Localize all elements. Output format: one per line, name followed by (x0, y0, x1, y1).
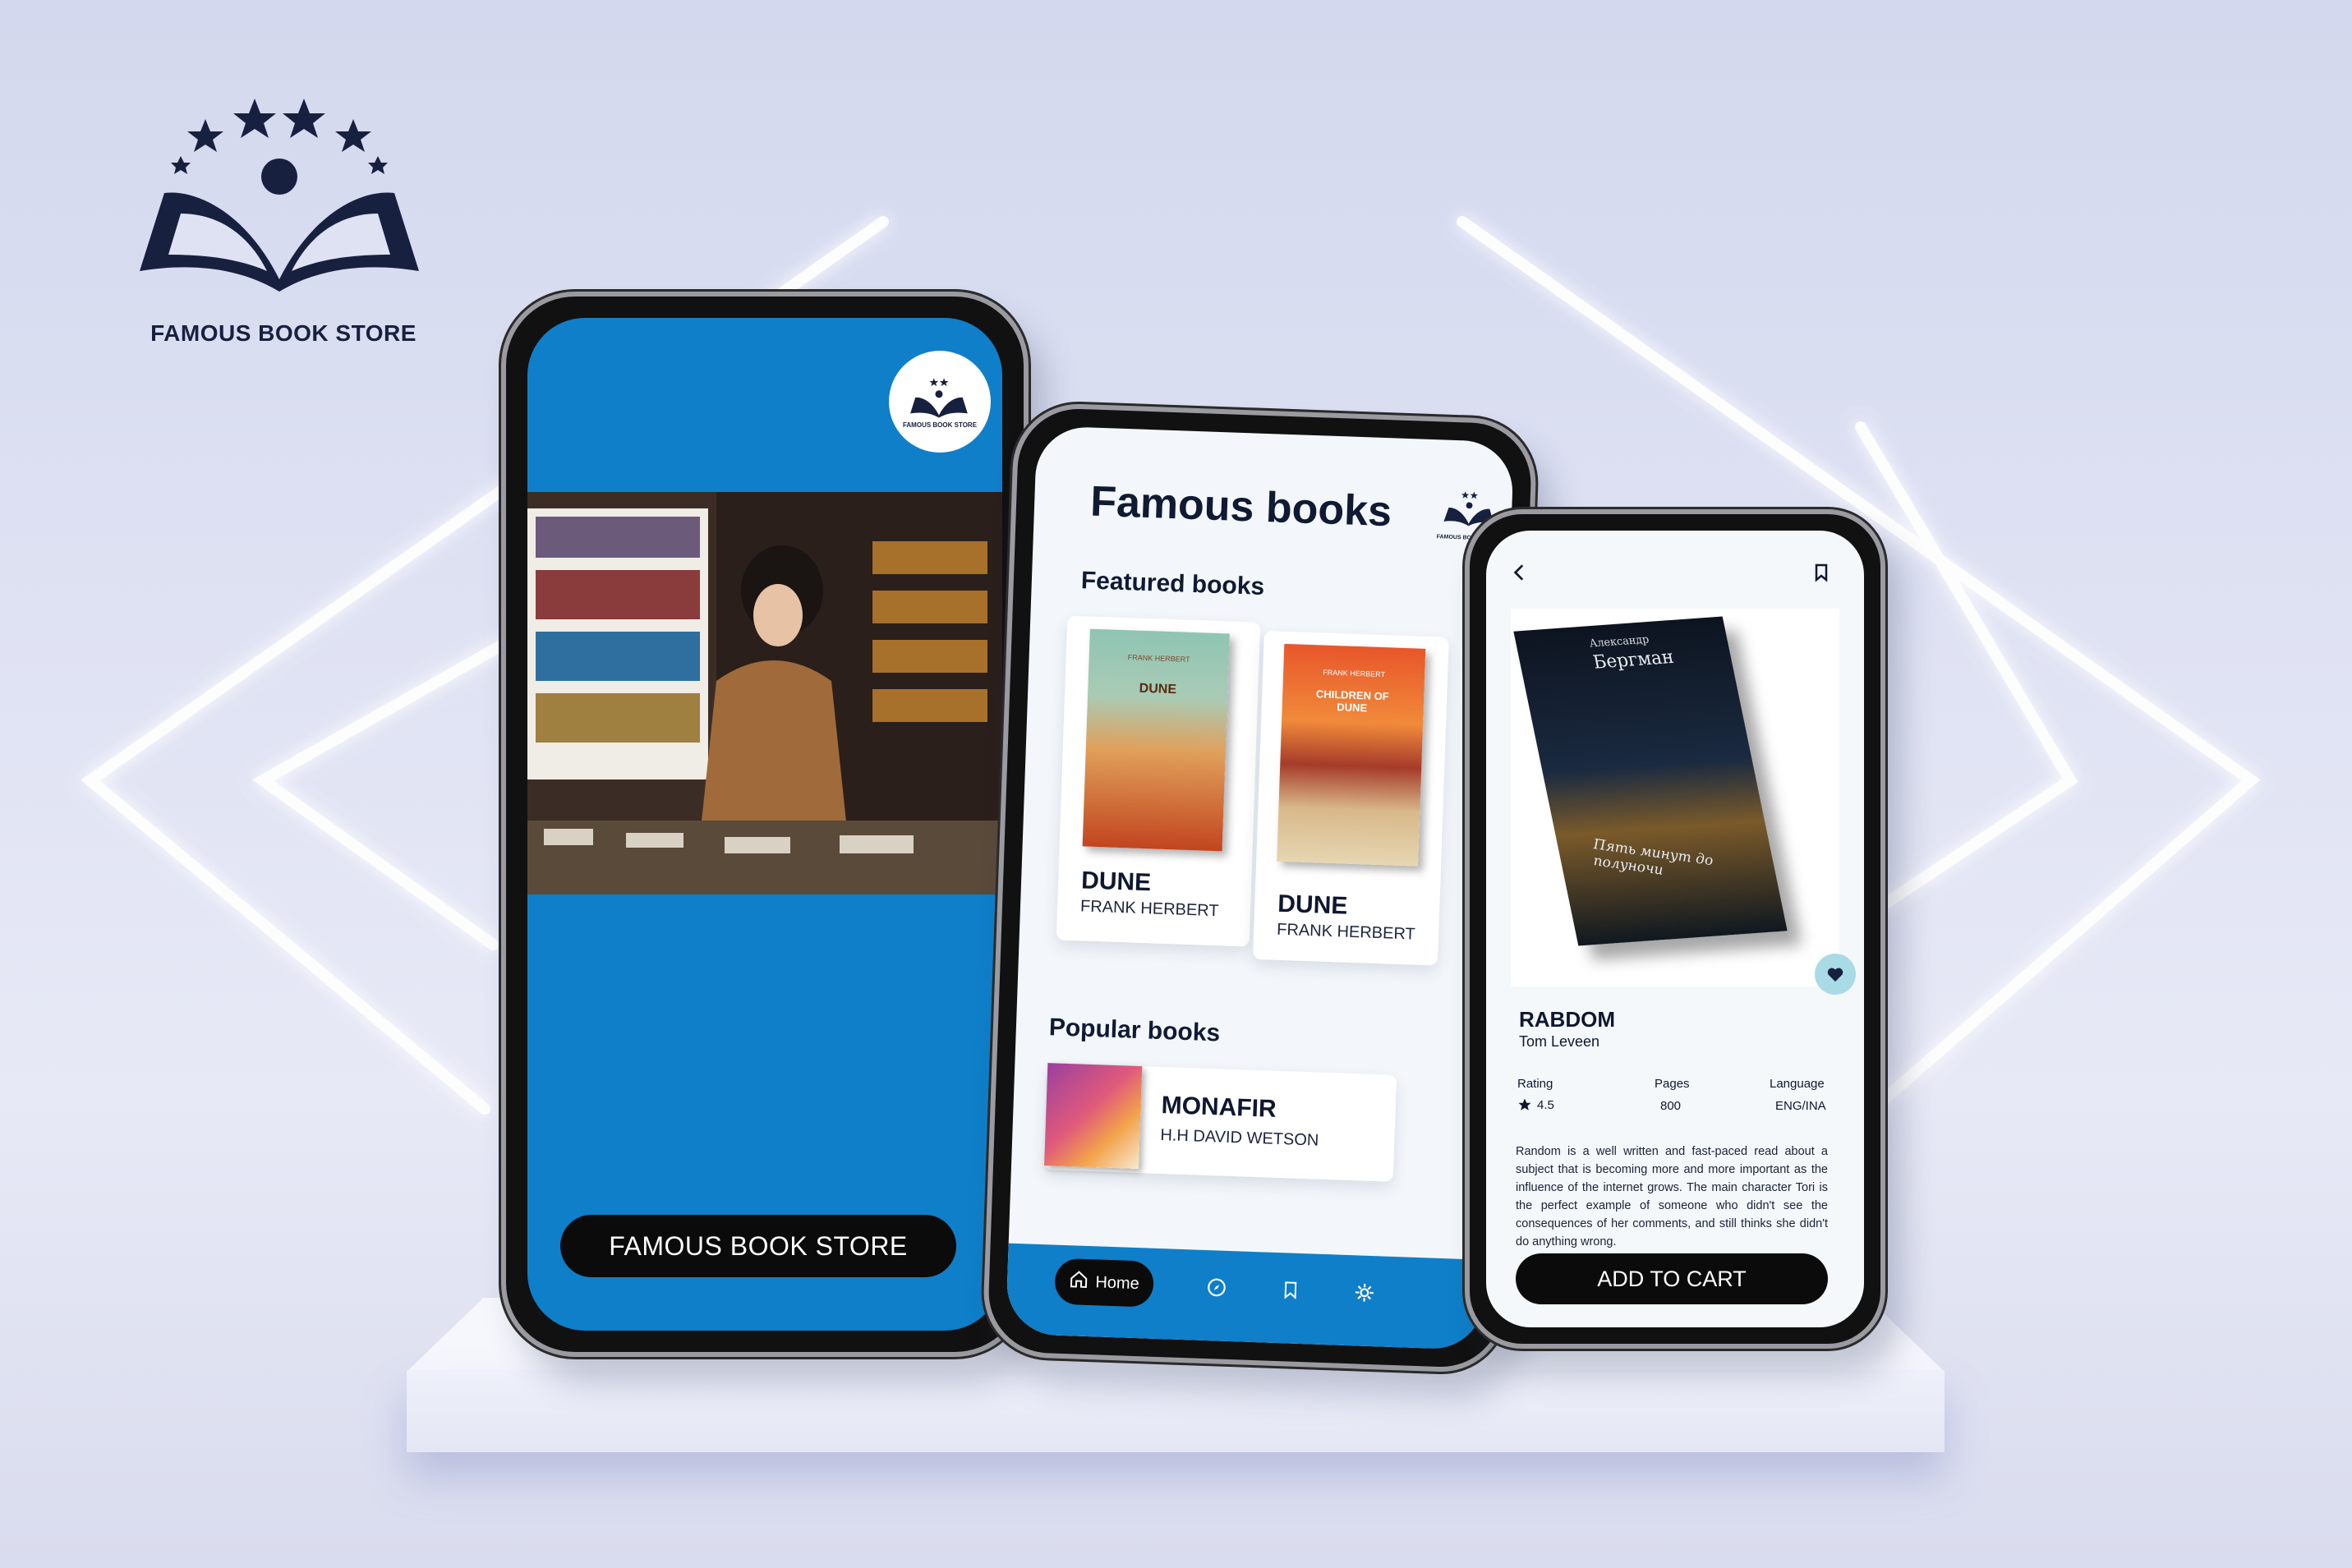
phone-home: Famous books FAMOUS BOOK STORE Featured … (981, 402, 1539, 1374)
compass-icon[interactable] (1202, 1273, 1231, 1302)
cover-title: CHILDREN OF DUNE (1315, 687, 1389, 715)
pages-label: Pages (1655, 1077, 1690, 1091)
book-title: DUNE (1277, 890, 1348, 920)
page-title: Famous books (1089, 477, 1393, 536)
phone-detail: Александр Бергман Пять минут до полуночи… (1465, 509, 1885, 1349)
book-description: Random is a well written and fast-paced … (1516, 1145, 1828, 1248)
heart-icon (1827, 968, 1843, 982)
book-author: FRANK HERBERT (1079, 897, 1219, 921)
cover-title: Бергман (1591, 646, 1676, 674)
book-author: FRANK HERBERT (1276, 920, 1416, 944)
popular-book-item[interactable]: MONAFIR H.H DAVID WETSON (1043, 1063, 1397, 1182)
cover-title: DUNE (1139, 681, 1177, 697)
favorite-button[interactable] (1815, 954, 1856, 995)
settings-icon[interactable] (1350, 1278, 1379, 1307)
detail-screen: Александр Бергман Пять минут до полуночи… (1486, 531, 1864, 1327)
rating-label: Rating (1517, 1077, 1553, 1091)
book-title: MONAFIR (1161, 1091, 1277, 1123)
splash-start-button[interactable]: FAMOUS BOOK STORE (560, 1215, 956, 1277)
podium-front (407, 1370, 1945, 1452)
featured-book-card[interactable]: FRANK HERBERT CHILDREN OF DUNE DUNE FRAN… (1252, 630, 1449, 966)
book-title: RABDOM (1519, 1007, 1615, 1032)
app-logo: FAMOUS BOOK STORE (889, 351, 991, 453)
brand-name: FAMOUS BOOK STORE (150, 320, 417, 346)
language-label: Language (1770, 1077, 1825, 1091)
open-book-stars-icon (910, 377, 968, 418)
back-icon[interactable] (1509, 562, 1530, 587)
home-icon (1069, 1269, 1089, 1294)
book-title: DUNE (1080, 867, 1152, 897)
book-author: Tom Leveen (1519, 1033, 1600, 1050)
rating-value-row: 4.5 (1517, 1097, 1554, 1112)
splash-screen: FAMOUS BOOK STORE FAMOUS BOOK STORE (527, 318, 1002, 1331)
pages-value: 800 (1660, 1099, 1682, 1113)
nav-home-label: Home (1095, 1272, 1140, 1293)
brand-logo: FAMOUS BOOK STORE (123, 90, 444, 346)
bookmark-icon[interactable] (1276, 1276, 1305, 1304)
book-cover: Александр Бергман Пять минут до полуночи (1513, 616, 1788, 946)
star-icon (1518, 1098, 1531, 1110)
cover-subtitle: Пять минут до полуночи (1593, 836, 1714, 879)
nav-home[interactable]: Home (1054, 1258, 1155, 1308)
home-screen: Famous books FAMOUS BOOK STORE Featured … (1005, 425, 1515, 1350)
bookstore-photo (527, 492, 1002, 894)
language-value: ENG/INA (1775, 1099, 1826, 1113)
add-to-cart-button[interactable]: ADD TO CART (1516, 1253, 1828, 1304)
featured-book-card[interactable]: FRANK HERBERT DUNE DUNE FRANK HERBERT (1056, 615, 1261, 947)
open-book-stars-icon (140, 99, 419, 292)
book-cover-panel: Александр Бергман Пять минут до полуночи (1511, 609, 1839, 986)
book-cover (1044, 1063, 1143, 1170)
featured-heading: Featured books (1080, 567, 1265, 600)
book-author: H.H DAVID WETSON (1160, 1125, 1319, 1150)
app-logo-text: FAMOUS BOOK STORE (902, 421, 978, 429)
bottom-nav: Home (1005, 1243, 1486, 1350)
book-cover: FRANK HERBERT CHILDREN OF DUNE (1277, 643, 1426, 867)
rating-value: 4.5 (1537, 1097, 1554, 1112)
cover-author: Александр (1588, 633, 1650, 651)
phone-splash: FAMOUS BOOK STORE FAMOUS BOOK STORE (501, 292, 1029, 1357)
book-cover: FRANK HERBERT DUNE (1082, 628, 1230, 852)
bookmark-icon[interactable] (1811, 562, 1831, 587)
popular-heading: Popular books (1048, 1014, 1221, 1047)
